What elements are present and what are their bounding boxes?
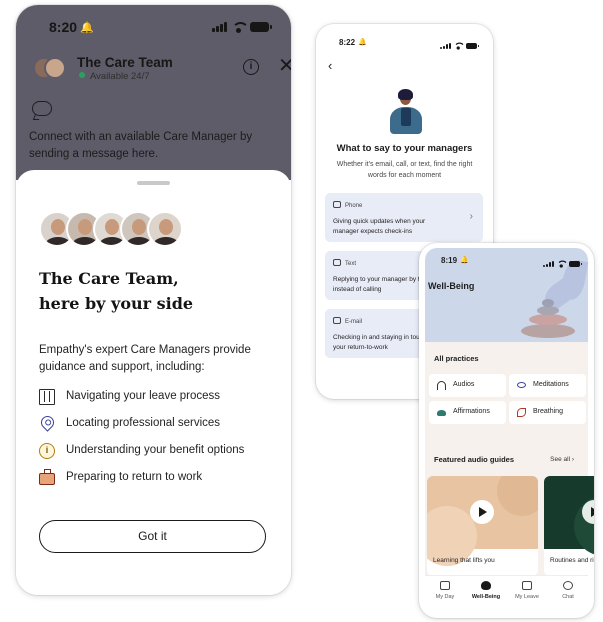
close-icon[interactable]: ✕ bbox=[278, 56, 291, 76]
team-avatar bbox=[33, 57, 67, 83]
practice-meditations[interactable]: Meditations bbox=[509, 374, 586, 397]
team-name: The Care Team bbox=[77, 55, 173, 70]
status-icons bbox=[543, 257, 582, 268]
care-team-sheet: The Care Team, here by your side Empathy… bbox=[16, 170, 291, 595]
guide-artwork bbox=[544, 476, 594, 556]
back-arrow-icon[interactable]: ‹ bbox=[328, 58, 332, 73]
wifi-icon bbox=[557, 260, 569, 268]
featured-guides-heading: Featured audio guides bbox=[434, 455, 515, 464]
wellbeing-screen: 8:19 🔔 Well-Being All practices Audios Me… bbox=[419, 243, 594, 618]
practice-breathing[interactable]: Breathing bbox=[509, 401, 586, 424]
see-all-link[interactable]: See all › bbox=[550, 456, 574, 463]
tab-my-leave[interactable]: My Leave bbox=[507, 581, 547, 600]
briefcase-icon bbox=[39, 469, 55, 485]
status-dot-icon bbox=[79, 72, 85, 78]
sheet-drag-handle[interactable] bbox=[137, 181, 170, 185]
cloud-icon bbox=[437, 410, 446, 416]
bell-icon: 🔔 bbox=[80, 22, 94, 34]
lotus-icon bbox=[481, 581, 491, 590]
bell-icon: 🔔 bbox=[358, 39, 367, 46]
page-title: Well-Being bbox=[428, 281, 475, 291]
tab-chat[interactable]: Chat bbox=[548, 581, 588, 600]
bell-icon: 🔔 bbox=[460, 257, 469, 264]
chat-bubble-icon bbox=[32, 101, 52, 116]
sheet-headline: The Care Team, here by your side bbox=[39, 269, 194, 313]
leaf-icon bbox=[517, 408, 526, 417]
all-practices-heading: All practices bbox=[434, 354, 479, 363]
headphones-icon bbox=[437, 381, 446, 390]
stacked-stones-illustration bbox=[517, 298, 577, 338]
got-it-button[interactable]: Got it bbox=[39, 520, 266, 553]
chevron-right-icon: › bbox=[469, 211, 473, 222]
care-team-screen: 8:20 🔔 The Care Team Available 24/7 i ✕ C… bbox=[16, 5, 291, 595]
wifi-icon bbox=[454, 42, 466, 50]
signal-icon bbox=[543, 261, 554, 267]
battery-icon bbox=[466, 43, 479, 49]
calendar-icon bbox=[440, 581, 450, 590]
page-title: What to say to your managers bbox=[336, 143, 473, 154]
signal-icon bbox=[212, 22, 227, 32]
wifi-icon bbox=[232, 22, 249, 33]
play-icon[interactable] bbox=[470, 500, 494, 524]
signal-icon bbox=[440, 43, 451, 49]
page-subtitle: Whether it's email, call, or text, find … bbox=[336, 161, 473, 179]
mail-icon bbox=[333, 317, 341, 324]
status-time: 8:20 🔔 bbox=[49, 19, 94, 35]
phone-icon bbox=[333, 201, 341, 208]
chat-bubble-icon bbox=[563, 581, 573, 590]
status-time: 8:19 🔔 bbox=[441, 256, 469, 265]
info-icon[interactable]: i bbox=[243, 59, 259, 75]
chat-header: The Care Team Available 24/7 i ✕ bbox=[33, 55, 291, 85]
battery-icon bbox=[250, 22, 272, 32]
location-pin-icon bbox=[38, 413, 57, 432]
guide-artwork bbox=[427, 476, 538, 566]
status-icons bbox=[212, 22, 272, 33]
briefcase-icon bbox=[522, 581, 532, 590]
practice-affirmations[interactable]: Affirmations bbox=[429, 401, 506, 424]
map-icon bbox=[39, 389, 55, 405]
practice-audios[interactable]: Audios bbox=[429, 374, 506, 397]
audio-guide-card[interactable]: Learning that lifts you bbox=[427, 476, 538, 576]
person-illustration bbox=[386, 89, 426, 134]
message-icon bbox=[333, 259, 341, 266]
avatar bbox=[147, 211, 183, 247]
status-time: 8:22 🔔 bbox=[339, 38, 367, 47]
tab-well-being[interactable]: Well-Being bbox=[466, 581, 506, 600]
care-manager-avatars bbox=[39, 211, 183, 249]
audio-guide-card[interactable]: Routines and rituals to press reset bbox=[544, 476, 594, 576]
script-card-phone[interactable]: Phone Giving quick updates when your man… bbox=[325, 193, 483, 242]
status-bar: 8:20 🔔 bbox=[16, 19, 291, 39]
eye-icon bbox=[517, 382, 526, 388]
status-icons bbox=[440, 39, 479, 50]
battery-icon bbox=[569, 261, 582, 267]
connect-message: Connect with an available Care Manager b… bbox=[29, 131, 253, 160]
bottom-tab-bar: My Day Well-Being My Leave Chat bbox=[425, 575, 588, 612]
tab-my-day[interactable]: My Day bbox=[425, 581, 465, 600]
sheet-description: Empathy's expert Care Managers provide g… bbox=[39, 344, 251, 373]
info-icon: i bbox=[39, 443, 55, 459]
availability-status: Available 24/7 bbox=[79, 71, 150, 82]
